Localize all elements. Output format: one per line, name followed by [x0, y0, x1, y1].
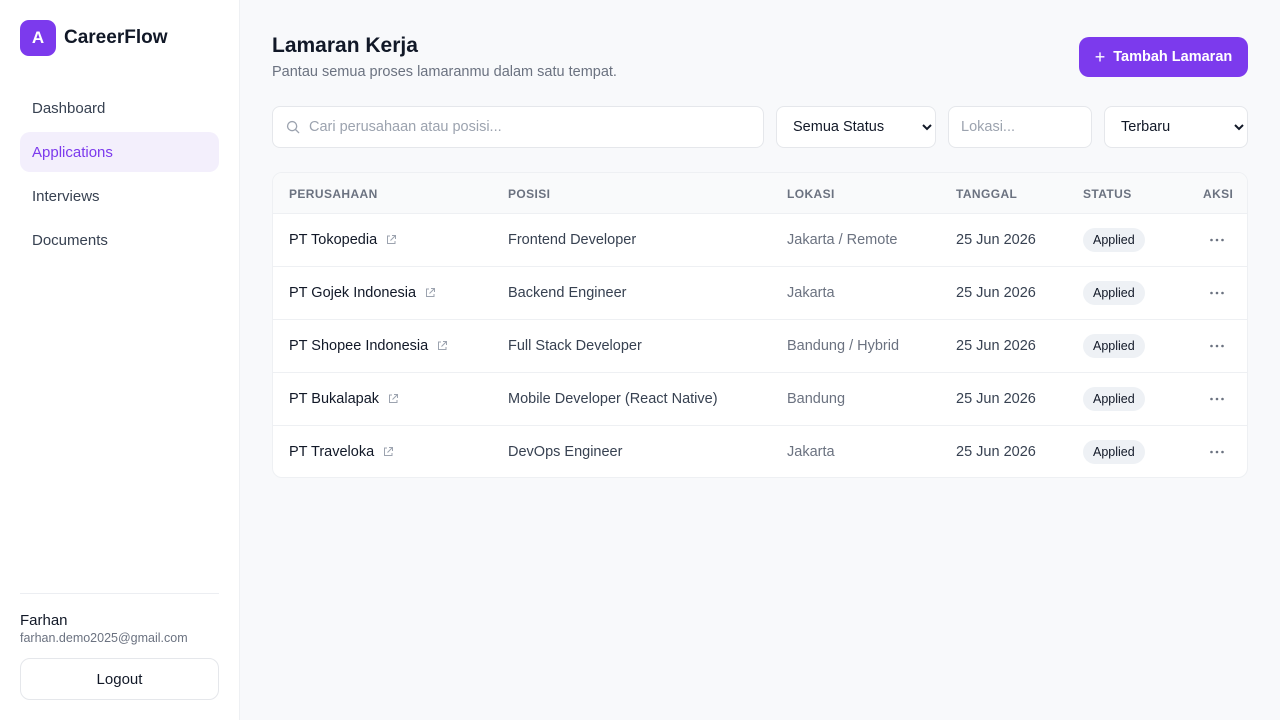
status-badge: Applied [1083, 334, 1145, 358]
brand[interactable]: A CareerFlow [20, 20, 167, 56]
column-header-status: STATUS [1083, 187, 1132, 201]
table-row: PT Bukalapak Mobile Developer (React Nat… [273, 373, 1247, 426]
sidebar-item-dashboard[interactable]: Dashboard [20, 88, 219, 128]
location-cell: Bandung / Hybrid [787, 338, 900, 354]
user-email: farhan.demo2025@gmail.com [20, 631, 188, 645]
company-name: PT Gojek Indonesia [289, 285, 417, 301]
more-horizontal-icon [1210, 450, 1224, 454]
position-cell: Backend Engineer [508, 285, 627, 301]
sidebar-nav: Dashboard Applications Interviews Docume… [20, 88, 219, 264]
company-cell[interactable]: PT Traveloka [289, 444, 394, 460]
company-name: PT Tokopedia [289, 232, 378, 248]
sidebar-item-applications[interactable]: Applications [20, 132, 219, 172]
sort-select[interactable]: Terbaru [1104, 106, 1248, 148]
column-header-position: POSISI [508, 187, 551, 201]
position-cell: Mobile Developer (React Native) [508, 391, 718, 407]
table-row: PT Shopee Indonesia Full Stack Developer… [273, 320, 1247, 373]
status-badge: Applied [1083, 228, 1145, 252]
status-badge: Applied [1083, 387, 1145, 411]
location-input[interactable] [948, 106, 1092, 148]
location-cell: Bandung [787, 391, 846, 407]
page-title: Lamaran Kerja [272, 34, 418, 57]
brand-logo: A [20, 20, 56, 56]
date-cell: 25 Jun 2026 [956, 338, 1036, 354]
row-actions-button[interactable] [1203, 389, 1231, 409]
more-horizontal-icon [1210, 397, 1224, 401]
company-name: PT Bukalapak [289, 391, 380, 407]
sidebar-item-documents[interactable]: Documents [20, 220, 219, 260]
external-link-icon[interactable] [382, 446, 394, 458]
status-badge: Applied [1083, 440, 1145, 464]
search-input[interactable] [309, 107, 759, 147]
search-box [272, 106, 764, 148]
sidebar-divider [20, 593, 219, 594]
company-name: PT Shopee Indonesia [289, 338, 429, 354]
row-actions-button[interactable] [1203, 336, 1231, 356]
table-body: PT Tokopedia Frontend Developer Jakarta … [273, 214, 1247, 477]
column-header-actions: AKSI [1203, 187, 1234, 201]
position-cell: DevOps Engineer [508, 444, 623, 460]
company-cell[interactable]: PT Shopee Indonesia [289, 338, 448, 354]
position-cell: Full Stack Developer [508, 338, 642, 354]
sidebar: A CareerFlow Dashboard Applications Inte… [0, 0, 240, 720]
table-header: PERUSAHAAN POSISI LOKASI TANGGAL STATUS … [273, 173, 1247, 214]
page-subtitle: Pantau semua proses lamaranmu dalam satu… [272, 64, 617, 80]
logout-button[interactable]: Logout [20, 658, 219, 700]
more-horizontal-icon [1210, 344, 1224, 348]
position-cell: Frontend Developer [508, 232, 637, 248]
sidebar-item-interviews[interactable]: Interviews [20, 176, 219, 216]
row-actions-button[interactable] [1203, 230, 1231, 250]
search-icon [286, 120, 300, 134]
company-cell[interactable]: PT Bukalapak [289, 391, 399, 407]
more-horizontal-icon [1210, 291, 1224, 295]
status-filter-select[interactable]: Semua Status [776, 106, 936, 148]
more-horizontal-icon [1210, 238, 1224, 242]
date-cell: 25 Jun 2026 [956, 232, 1036, 248]
column-header-company: PERUSAHAAN [289, 187, 378, 201]
applications-table: PERUSAHAAN POSISI LOKASI TANGGAL STATUS … [272, 172, 1248, 478]
column-header-location: LOKASI [787, 187, 835, 201]
add-application-label: Tambah Lamaran [1113, 49, 1233, 65]
table-row: PT Tokopedia Frontend Developer Jakarta … [273, 214, 1247, 267]
brand-name: CareerFlow [64, 27, 168, 48]
external-link-icon[interactable] [387, 393, 399, 405]
plus-icon: + [1094, 47, 1106, 67]
row-actions-button[interactable] [1203, 283, 1231, 303]
table-row: PT Gojek Indonesia Backend Engineer Jaka… [273, 267, 1247, 320]
status-badge: Applied [1083, 281, 1145, 305]
company-cell[interactable]: PT Gojek Indonesia [289, 285, 436, 301]
date-cell: 25 Jun 2026 [956, 285, 1036, 301]
external-link-icon[interactable] [385, 234, 397, 246]
add-application-button[interactable]: + Tambah Lamaran [1079, 37, 1248, 77]
location-cell: Jakarta / Remote [787, 232, 898, 248]
location-cell: Jakarta [787, 285, 835, 301]
company-name: PT Traveloka [289, 444, 375, 460]
date-cell: 25 Jun 2026 [956, 444, 1036, 460]
external-link-icon[interactable] [436, 340, 448, 352]
table-row: PT Traveloka DevOps Engineer Jakarta 25 … [273, 426, 1247, 477]
user-name: Farhan [20, 612, 68, 629]
location-cell: Jakarta [787, 444, 835, 460]
external-link-icon[interactable] [424, 287, 436, 299]
row-actions-button[interactable] [1203, 442, 1231, 462]
column-header-date: TANGGAL [956, 187, 1018, 201]
date-cell: 25 Jun 2026 [956, 391, 1036, 407]
company-cell[interactable]: PT Tokopedia [289, 232, 397, 248]
